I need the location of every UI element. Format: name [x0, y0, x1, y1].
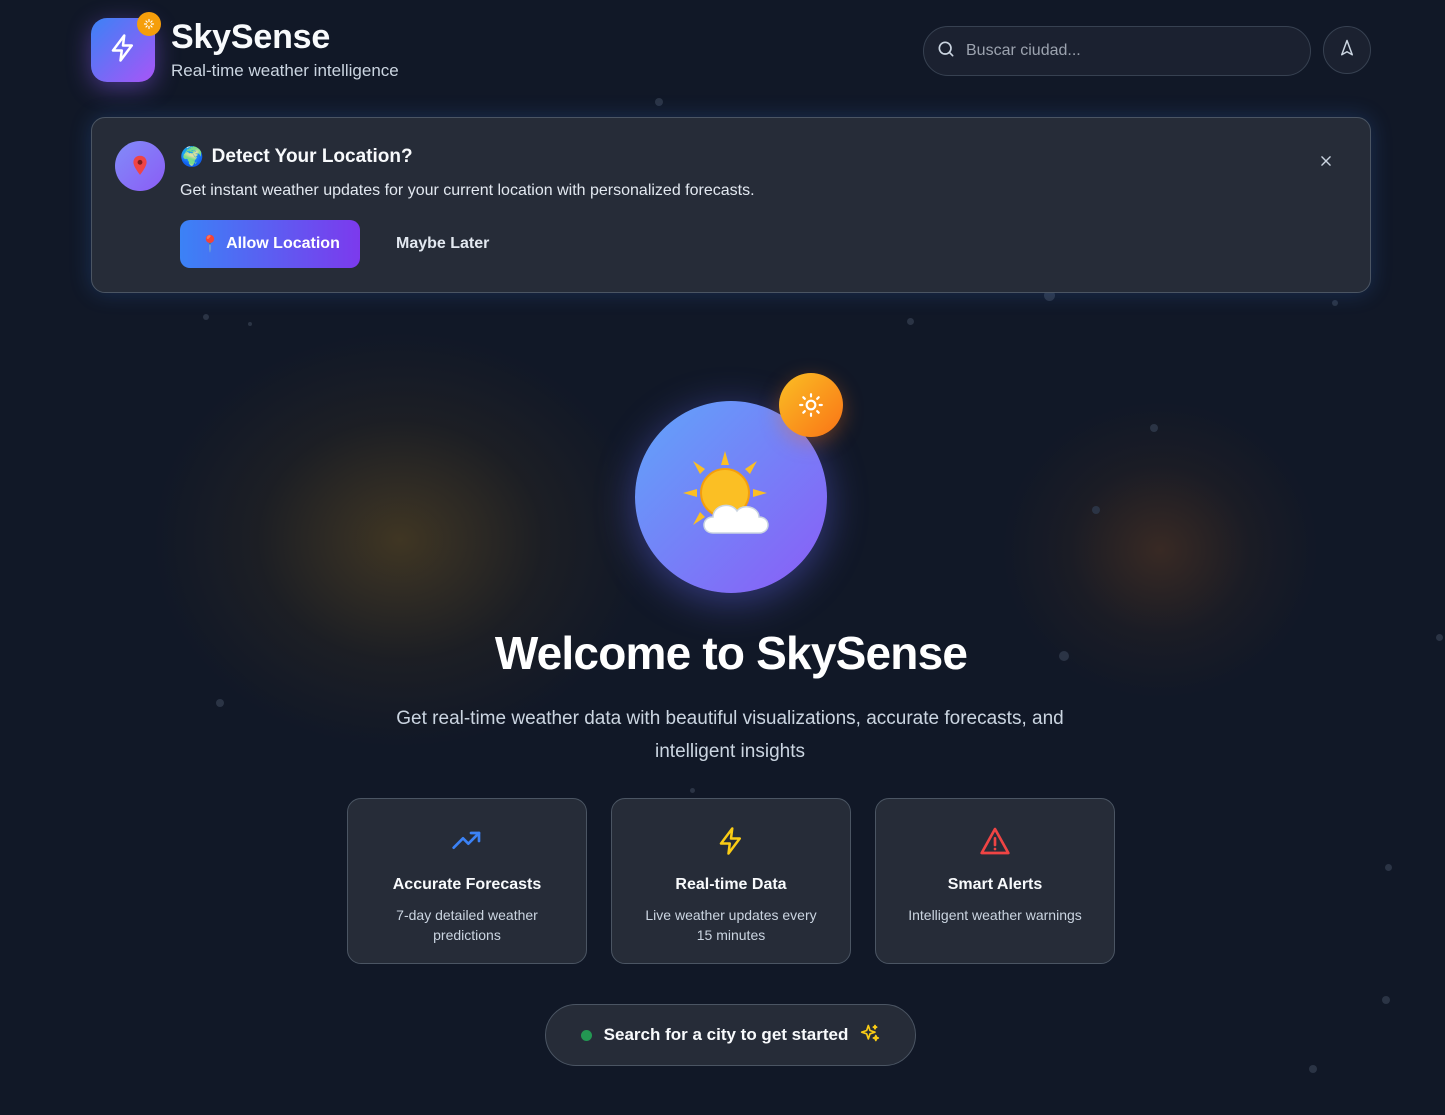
background-particle [1309, 1065, 1317, 1073]
get-started-pill[interactable]: Search for a city to get started [545, 1004, 916, 1066]
sparkles-icon [860, 1023, 880, 1048]
banner-description: Get instant weather updates for your cur… [180, 182, 755, 199]
location-permission-banner: 🌍 Detect Your Location? Get instant weat… [91, 117, 1371, 293]
background-particle [655, 98, 663, 106]
background-particle [1382, 996, 1390, 1004]
sparkle-icon [143, 18, 155, 30]
feature-title: Real-time Data [675, 876, 787, 893]
app-title: SkySense [171, 18, 331, 56]
location-pin-icon [133, 155, 147, 175]
allow-location-label: Allow Location [226, 235, 340, 252]
search-icon [936, 39, 956, 64]
feature-description: 7-day detailed weather predictions [396, 907, 538, 943]
trending-up-icon [451, 825, 483, 862]
background-particle [203, 314, 209, 320]
background-particle [907, 318, 914, 325]
sun-icon [799, 393, 823, 417]
feature-card-realtime[interactable]: Real-time Data Live weather updates ever… [611, 798, 851, 964]
welcome-heading: Welcome to SkySense [494, 627, 968, 679]
alert-triangle-icon [979, 825, 1011, 862]
app-logo[interactable] [91, 12, 161, 82]
background-particle [1150, 424, 1158, 432]
background-glow-left [150, 330, 650, 750]
close-banner-button[interactable] [1316, 151, 1336, 171]
feature-card-alerts[interactable]: Smart Alerts Intelligent weather warning… [875, 798, 1115, 964]
banner-title: 🌍 Detect Your Location? [180, 145, 413, 169]
app-subtitle: Real-time weather intelligence [171, 61, 399, 80]
sparkle-badge [137, 12, 161, 36]
close-icon [1321, 156, 1331, 166]
city-search-box[interactable] [923, 26, 1311, 76]
navigation-arrow-icon [1338, 39, 1356, 62]
background-particle [1385, 864, 1392, 871]
bolt-icon [108, 33, 138, 68]
background-particle [248, 322, 252, 326]
globe-icon: 🌍 [180, 147, 204, 168]
location-pin-icon: 📍 [200, 236, 221, 253]
welcome-subtitle: Get real-time weather data with beautifu… [396, 708, 1064, 762]
feature-card-forecasts[interactable]: Accurate Forecasts 7-day detailed weathe… [347, 798, 587, 964]
sun-behind-cloud-icon [679, 447, 783, 548]
sun-badge [779, 373, 843, 437]
allow-location-button[interactable]: 📍 Allow Location [180, 220, 360, 268]
background-particle [1092, 506, 1100, 514]
city-search-input[interactable] [966, 42, 1286, 60]
bolt-icon [716, 825, 746, 862]
background-particle [1332, 300, 1338, 306]
feature-description: Intelligent weather warnings [908, 907, 1082, 923]
feature-title: Smart Alerts [947, 876, 1043, 893]
get-started-label: Search for a city to get started [603, 1025, 849, 1044]
app-header: SkySense Real-time weather intelligence [91, 12, 1371, 84]
feature-description: Live weather updates every 15 minutes [645, 907, 817, 943]
feature-title: Accurate Forecasts [392, 876, 542, 893]
status-dot [580, 1029, 592, 1041]
background-particle [690, 788, 695, 793]
background-particle [216, 699, 224, 707]
maybe-later-button[interactable]: Maybe Later [376, 220, 509, 268]
locate-me-button[interactable] [1323, 26, 1371, 74]
location-pin-avatar [115, 141, 165, 191]
banner-title-text: Detect Your Location? [211, 146, 413, 167]
